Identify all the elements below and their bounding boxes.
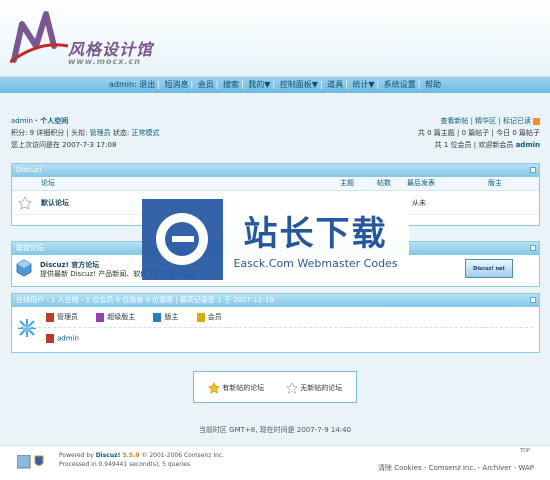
legend-member: 会员 — [207, 313, 222, 321]
discuz-link[interactable]: Discuz! — [96, 452, 121, 459]
user-info-bar: admin · 个人空间 积分: 9 详细积分 | 头衔: 管理员 状态: 正常… — [11, 115, 540, 151]
legend-super-mod: 超级版主 — [107, 313, 136, 321]
discuz-net-button[interactable]: Discuz! net — [465, 259, 513, 278]
online-summary: - 1 人在线 - 1 位会员 0 位隐身 0 位游客 | 最高记录是 1 于 … — [46, 296, 276, 304]
watermark-overlay: 站长下载 Easck.Com Webmaster Codes — [142, 199, 409, 280]
collapse-icon[interactable] — [530, 167, 536, 173]
current-time: 当前时区 GMT+8, 现在时间是 2007-7-9 14:40 — [198, 426, 352, 434]
new-posts-legend: 有新帖的论坛 — [208, 382, 264, 394]
forum-panel-title: Discuz! — [12, 164, 539, 177]
nav-stats[interactable]: 统计▼ — [352, 80, 374, 89]
post-stats: 共 0 篇主题 | 0 篇帖子 | 今日 0 篇帖子 — [417, 129, 540, 137]
forum-status-icon — [18, 196, 32, 210]
status-label: 状态: — [110, 129, 132, 137]
watermark-logo-icon — [142, 199, 223, 280]
online-panel: 在线用户 - 1 人在线 - 1 位会员 0 位隐身 0 位游客 | 最高记录是… — [11, 293, 540, 353]
super-mod-icon — [96, 312, 105, 322]
divider — [18, 327, 533, 328]
personal-space-link[interactable]: · 个人空间 — [35, 117, 68, 125]
online-users-area: 管理员 超级版主 版主 会员 admin — [12, 307, 539, 354]
admin-icon — [46, 334, 54, 343]
powered-text: Powered by — [59, 452, 96, 459]
online-user-name[interactable]: admin — [57, 335, 79, 343]
nav-my[interactable]: 我的▼ — [248, 80, 270, 89]
collapse-icon[interactable] — [530, 245, 536, 251]
no-new-posts-legend: 无新帖的论坛 — [286, 382, 342, 394]
online-users-icon — [18, 319, 36, 337]
copyright: © 2001-2006 Comsenz Inc. — [139, 452, 225, 459]
page-footer: TOP Powered by Discuz! 5.5.0 © 2001-2006… — [0, 445, 550, 480]
version: 5.5.0 — [120, 452, 140, 459]
user-info-right: 查看新帖 | 精华区 | 标记已读 共 0 篇主题 | 0 篇帖子 | 今日 0… — [418, 115, 540, 151]
online-panel-title: 在线用户 - 1 人在线 - 1 位会员 0 位隐身 0 位游客 | 最高记录是… — [12, 294, 539, 307]
forum-category-link[interactable]: Discuz! — [16, 166, 42, 174]
header-posts: 帖数 — [377, 179, 391, 187]
nav-user[interactable]: admin: — [109, 80, 137, 89]
nav-pm[interactable]: 短消息 — [165, 80, 189, 89]
discuz-cube-icon — [16, 259, 32, 277]
online-title[interactable]: 在线用户 — [16, 296, 44, 304]
moderator-icon — [153, 312, 162, 322]
nav-tools[interactable]: 道具 — [327, 80, 343, 89]
nav-settings[interactable]: 系统设置 — [384, 80, 416, 89]
footer-badges-icon — [17, 455, 44, 469]
nav-help[interactable]: 帮助 — [425, 80, 441, 89]
legend-mod: 版主 — [164, 313, 179, 321]
header-last-post: 最后发表 — [407, 179, 435, 187]
header-forum: 论坛 — [41, 179, 55, 187]
logo-url: www.mocx.cn — [68, 57, 141, 66]
nav-members[interactable]: 会员 — [198, 80, 214, 89]
new-posts-icon — [208, 382, 220, 394]
legend-admin: 管理员 — [57, 313, 78, 321]
member-icon — [196, 312, 205, 322]
user-title[interactable]: 管理员 — [90, 129, 111, 137]
nav-search[interactable]: 搜索 — [223, 80, 239, 89]
online-user[interactable]: admin — [46, 334, 79, 343]
forum-last-post: 从未 — [412, 199, 426, 207]
site-logo[interactable]: 风格设计馆 www.mocx.cn — [10, 10, 185, 72]
header-moderators: 版主 — [488, 179, 502, 187]
forum-table-header: 论坛 主题 帖数 最后发表 版主 — [12, 177, 539, 191]
powered-by: Powered by Discuz! 5.5.0 © 2001-2006 Com… — [59, 451, 224, 469]
status-mode-link[interactable]: 正常模式 — [131, 129, 159, 137]
admin-icon — [46, 312, 54, 322]
links-title: 联盟论坛 — [16, 244, 44, 252]
forum-legend-box: 有新帖的论坛 无新帖的论坛 — [193, 371, 357, 403]
rss-icon[interactable] — [533, 117, 540, 125]
user-group-legend: 管理员 超级版主 版主 会员 — [46, 312, 238, 322]
collapse-icon[interactable] — [530, 297, 536, 303]
back-to-top-link[interactable]: TOP — [520, 448, 530, 454]
watermark-subtitle: Easck.Com Webmaster Codes — [233, 257, 398, 270]
watermark-title: 站长下载 — [243, 214, 388, 254]
member-stats: 共 1 位会员 | 欢迎新会员 — [434, 141, 516, 149]
main-nav: admin: 退出 | 短消息 | 会员 | 搜索 | 我的▼ | 控制面板▼ | 道具 | … — [0, 76, 550, 93]
nav-logout[interactable]: 退出 — [139, 80, 155, 89]
header-topics: 主题 — [340, 179, 354, 187]
no-new-posts-icon — [286, 382, 298, 394]
new-posts-label: 有新帖的论坛 — [222, 384, 265, 392]
username-link[interactable]: admin — [11, 117, 33, 125]
new-member-link[interactable]: admin — [516, 141, 540, 149]
user-info-left: admin · 个人空间 积分: 9 详细积分 | 头衔: 管理员 状态: 正常… — [11, 115, 159, 151]
credits-text: 积分: 9 详细积分 | 头衔: — [11, 129, 90, 137]
footer-links[interactable]: 清除 Cookies - Comsenz Inc. - Archiver - W… — [378, 463, 534, 473]
forum-name[interactable]: 默认论坛 — [41, 198, 69, 208]
logo-mark-icon — [10, 11, 69, 64]
site-header: 风格设计馆 www.mocx.cn — [0, 0, 550, 76]
no-new-posts-label: 无新帖的论坛 — [300, 384, 343, 392]
quick-links[interactable]: 查看新帖 | 精华区 | 标记已读 — [440, 117, 531, 125]
nav-control-panel[interactable]: 控制面板▼ — [280, 80, 318, 89]
processed-time: Processed in 0.949441 second(s), 5 queri… — [59, 461, 191, 468]
last-visit: 您上次访问是在 2007-7-3 17:08 — [11, 141, 117, 149]
